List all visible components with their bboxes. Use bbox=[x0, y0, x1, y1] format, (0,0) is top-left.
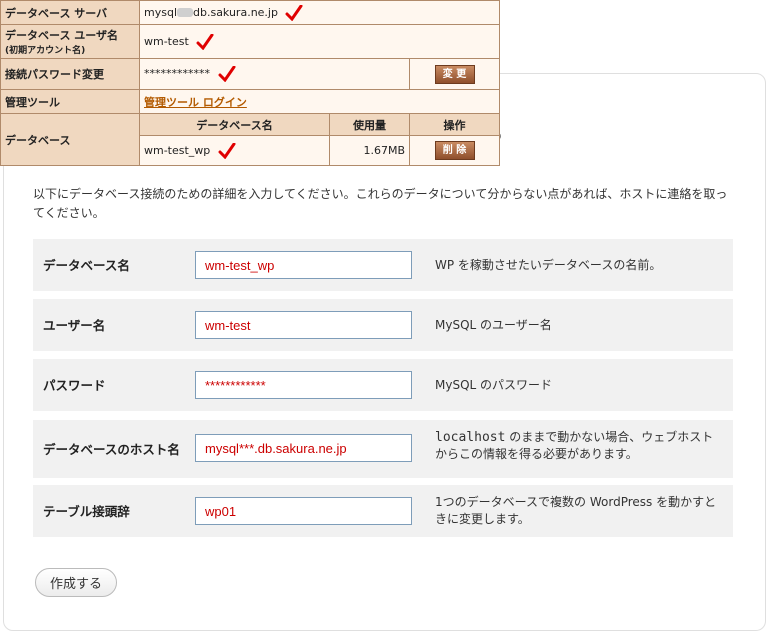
dbname-input[interactable] bbox=[195, 251, 412, 279]
username-desc: MySQL のユーザー名 bbox=[435, 317, 552, 332]
dbhost-desc-code: localhost bbox=[435, 430, 506, 445]
prefix-desc: 1つのデータベースで複数の WordPress を動かすときに変更します。 bbox=[435, 495, 717, 526]
row-username: ユーザー名 MySQL のユーザー名 bbox=[33, 299, 733, 351]
prefix-label: テーブル接頭辞 bbox=[43, 503, 130, 519]
user-label-text: データベース ユーザ名 bbox=[5, 29, 119, 42]
password-value: ************ bbox=[139, 58, 410, 90]
col-dbname-header: データベース名 bbox=[139, 113, 330, 136]
db-name-cell: wm-test_wp bbox=[139, 135, 330, 166]
checkmark-icon bbox=[285, 4, 303, 21]
delete-cell: 削 除 bbox=[409, 135, 500, 166]
dbhost-input[interactable] bbox=[195, 434, 412, 462]
change-password-button[interactable]: 変 更 bbox=[434, 64, 475, 84]
server-value-suffix: db.sakura.ne.jp bbox=[193, 5, 278, 19]
admin-login-link[interactable]: 管理ツール ログイン bbox=[144, 96, 247, 109]
row-password: パスワード MySQL のパスワード bbox=[33, 359, 733, 411]
admin-label: 管理ツール bbox=[0, 89, 140, 114]
submit-button[interactable]: 作成する bbox=[35, 568, 117, 597]
user-sublabel: (初期アカウント名) bbox=[5, 46, 86, 56]
password-value-text: ************ bbox=[144, 67, 210, 80]
change-cell: 変 更 bbox=[409, 58, 500, 90]
checkmark-icon bbox=[218, 142, 236, 159]
password-input[interactable] bbox=[195, 371, 412, 399]
admin-cell: 管理ツール ログイン bbox=[139, 89, 500, 114]
row-prefix: テーブル接頭辞 1つのデータベースで複数の WordPress を動かすときに変… bbox=[33, 485, 733, 537]
row-dbhost: データベースのホスト名 localhost のままで動かない場合、ウェブホストか… bbox=[33, 420, 733, 478]
sakura-db-info-table: データベース サーバ mysql db.sakura.ne.jp データベース ユ… bbox=[0, 0, 500, 166]
row-dbname: データベース名 WP を稼動させたいデータベースの名前。 bbox=[33, 239, 733, 291]
db-usage-cell: 1.67MB bbox=[329, 135, 410, 166]
server-value-prefix: mysql bbox=[144, 5, 177, 19]
password-label: パスワード bbox=[43, 377, 106, 393]
col-action-header: 操作 bbox=[409, 113, 500, 136]
user-value: wm-test bbox=[139, 24, 500, 59]
prefix-input[interactable] bbox=[195, 497, 412, 525]
dbhost-label: データベースのホスト名 bbox=[43, 441, 180, 457]
intro-text: 以下にデータベース接続のための詳細を入力してください。これらのデータについて分か… bbox=[33, 187, 728, 220]
delete-db-button[interactable]: 削 除 bbox=[434, 141, 475, 160]
password-desc: MySQL のパスワード bbox=[435, 377, 553, 392]
dbhost-desc: localhost のままで動かない場合、ウェブホストからこの情報を得る必要があ… bbox=[435, 420, 725, 478]
redacted-mark bbox=[177, 8, 193, 17]
user-value-text: wm-test bbox=[144, 34, 189, 48]
server-label: データベース サーバ bbox=[0, 0, 140, 25]
dbname-label: データベース名 bbox=[43, 257, 130, 273]
password-label: 接続パスワード変更 bbox=[0, 58, 140, 90]
server-value: mysql db.sakura.ne.jp bbox=[139, 0, 500, 25]
db-name-text: wm-test_wp bbox=[144, 143, 211, 157]
user-label: データベース ユーザ名 (初期アカウント名) bbox=[0, 24, 140, 59]
checkmark-icon bbox=[218, 66, 235, 82]
dbname-desc: WP を稼動させたいデータベースの名前。 bbox=[435, 257, 662, 272]
checkmark-icon bbox=[196, 33, 214, 50]
db-label: データベース bbox=[0, 113, 140, 166]
username-input[interactable] bbox=[195, 311, 412, 339]
username-label: ユーザー名 bbox=[43, 317, 106, 333]
col-usage-header: 使用量 bbox=[329, 113, 410, 136]
